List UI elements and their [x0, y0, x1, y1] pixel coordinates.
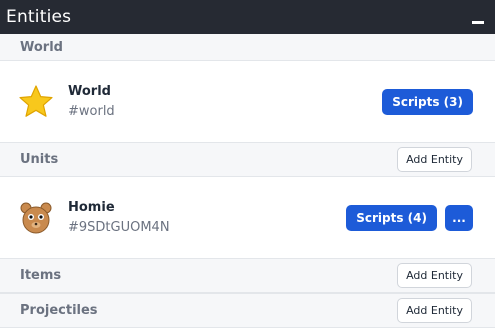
entity-id: #world: [68, 104, 115, 119]
section-label-items: Items: [20, 268, 62, 283]
entity-actions-world: Scripts (3): [382, 88, 473, 115]
add-entity-button-units[interactable]: Add Entity: [397, 147, 472, 172]
star-icon: [18, 84, 54, 120]
panel-title: Entities: [6, 7, 72, 27]
bear-face-icon: [18, 200, 54, 236]
entity-info-world: World #world: [18, 84, 115, 120]
section-header-projectiles: Projectiles Add Entity: [0, 293, 495, 328]
more-options-button[interactable]: ...: [445, 204, 473, 231]
section-label-world: World: [20, 39, 63, 55]
section-header-items: Items Add Entity: [0, 258, 495, 293]
section-header-world: World: [0, 34, 495, 61]
entity-text-world: World #world: [68, 84, 115, 119]
entity-text-homie: Homie #9SDtGUOM4N: [68, 200, 170, 235]
section-label-units: Units: [20, 152, 59, 167]
minimize-icon[interactable]: [471, 10, 485, 24]
entity-name: Homie: [68, 200, 115, 215]
entity-row-homie[interactable]: Homie #9SDtGUOM4N Scripts (4) ...: [0, 177, 495, 258]
section-label-projectiles: Projectiles: [20, 303, 98, 318]
section-header-units: Units Add Entity: [0, 142, 495, 177]
entity-name: World: [68, 84, 111, 99]
entity-row-world[interactable]: World #world Scripts (3): [0, 61, 495, 142]
add-entity-button-projectiles[interactable]: Add Entity: [397, 298, 472, 323]
scripts-button-world[interactable]: Scripts (3): [382, 88, 473, 115]
add-entity-button-items[interactable]: Add Entity: [397, 263, 472, 288]
entity-info-homie: Homie #9SDtGUOM4N: [18, 200, 170, 236]
entity-actions-homie: Scripts (4) ...: [346, 204, 473, 231]
scripts-button-homie[interactable]: Scripts (4): [346, 204, 437, 231]
panel-titlebar: Entities: [0, 0, 495, 34]
entity-id: #9SDtGUOM4N: [68, 220, 170, 235]
entities-panel: Entities World World #world Scripts (3) …: [0, 0, 495, 334]
